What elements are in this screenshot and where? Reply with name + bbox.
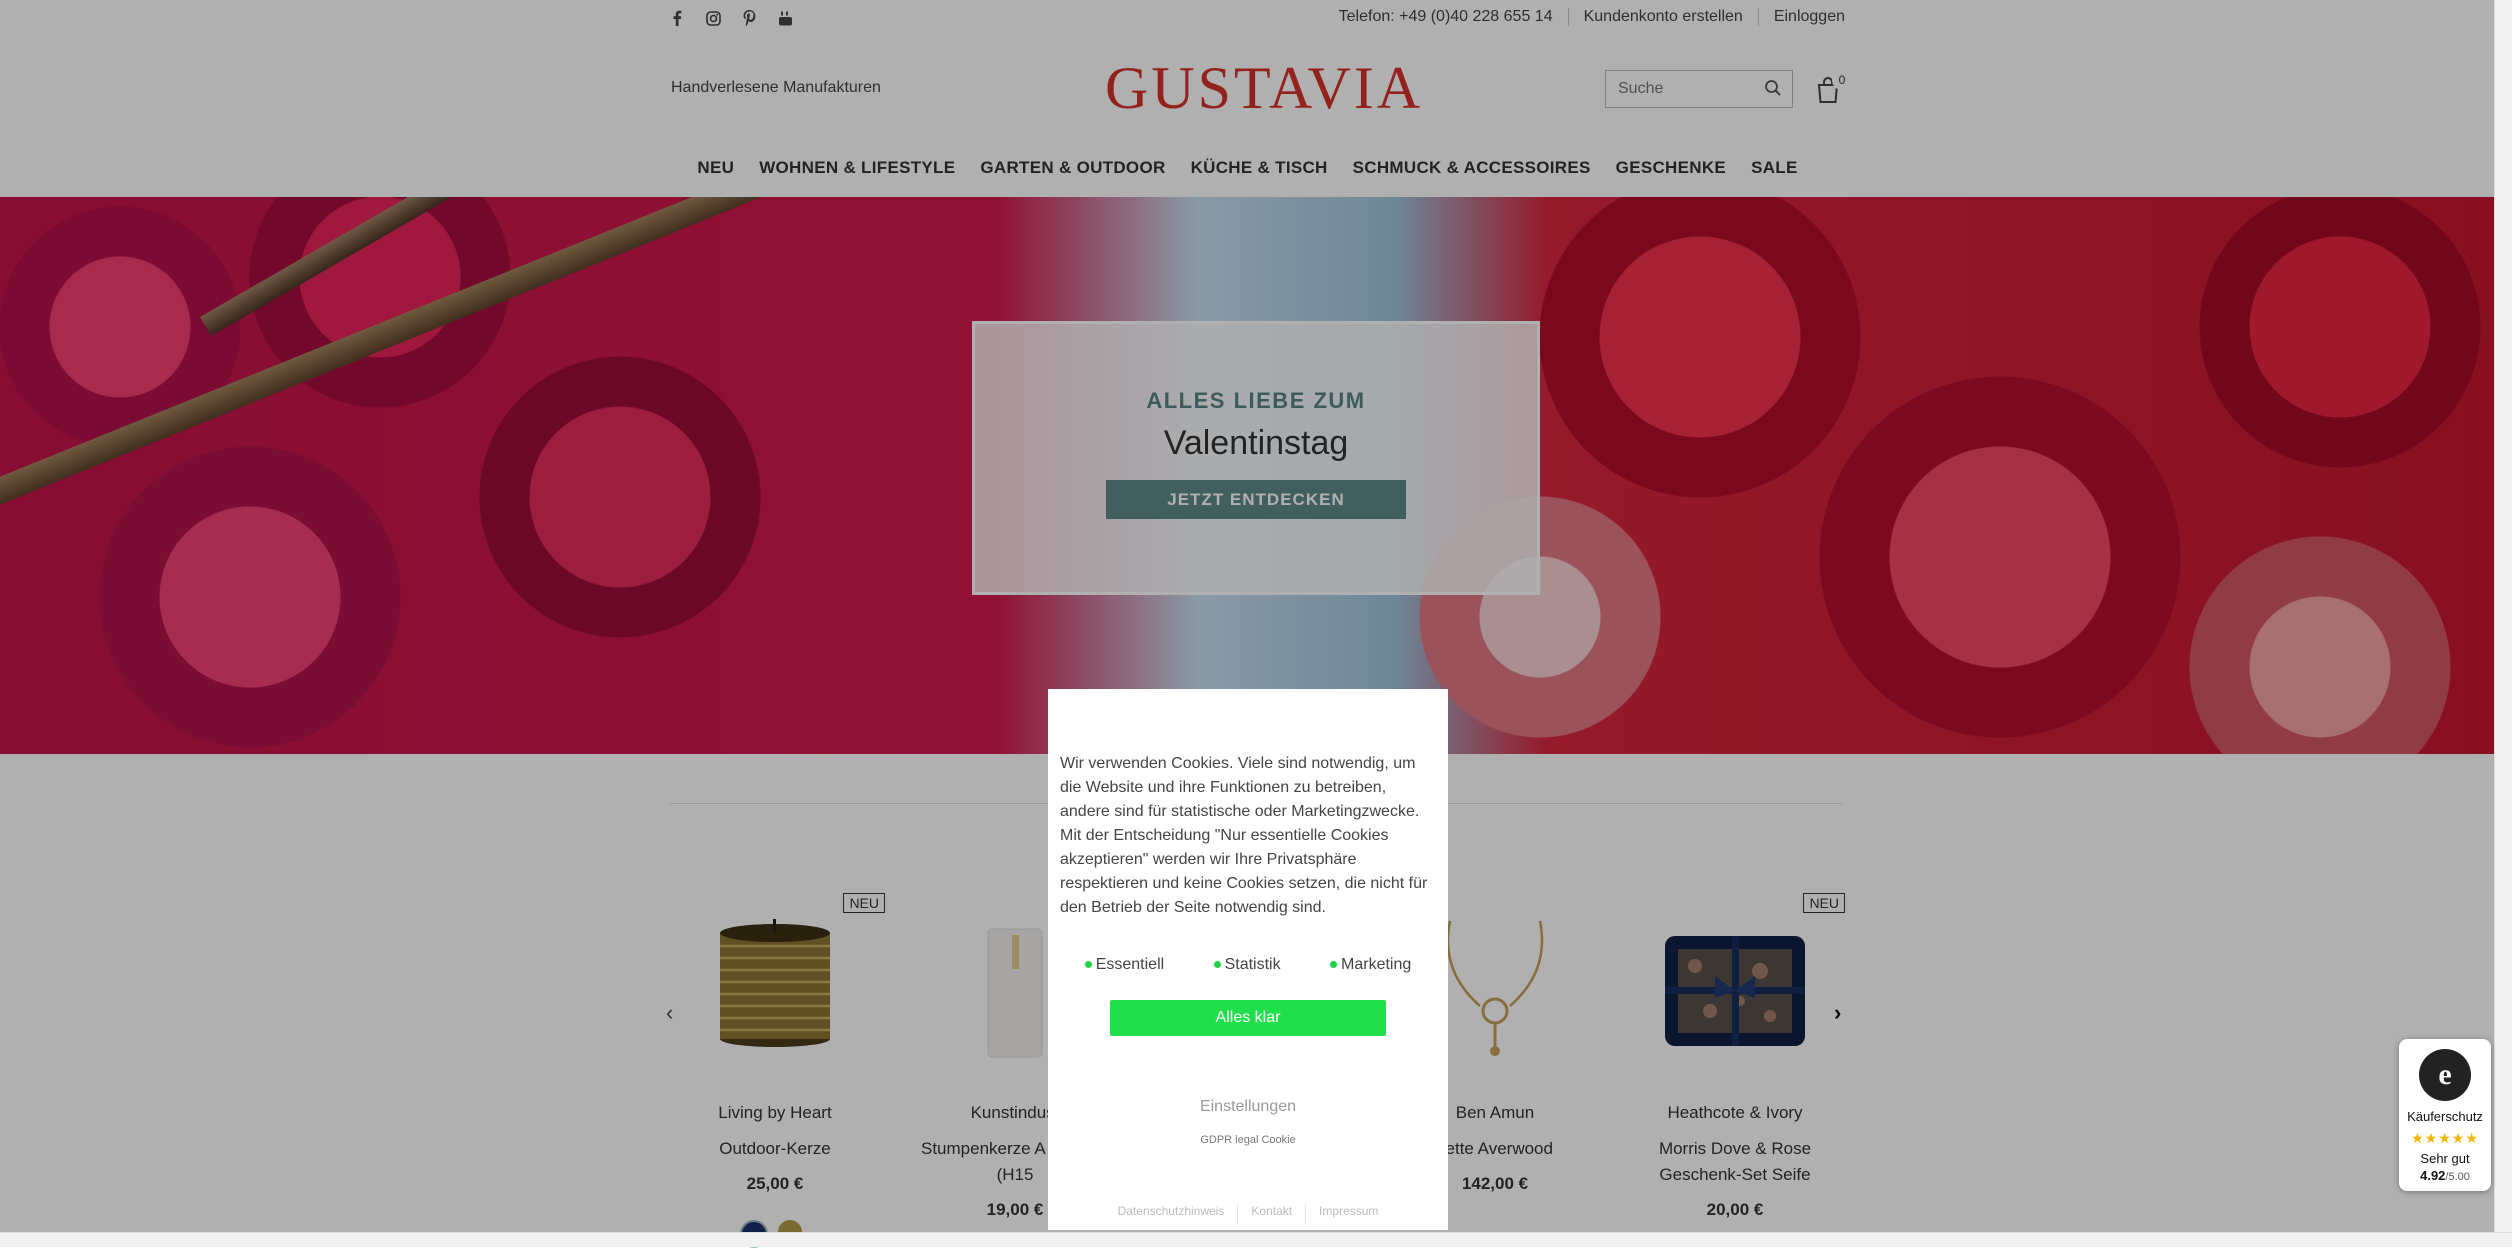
cookie-footer-links: Datenschutzhinweis Kontakt Impressum — [1048, 1204, 1448, 1224]
cookie-message: Wir verwenden Cookies. Viele sind notwen… — [1060, 755, 1428, 916]
trust-badge[interactable]: e Käuferschutz ★★★★★ Sehr gut 4.92/5.00 — [2399, 1039, 2491, 1191]
checkbox-essential[interactable]: Essentiell — [1084, 956, 1165, 974]
gdpr-credit[interactable]: GDPR legal Cookie — [1060, 1134, 1436, 1146]
imprint-link[interactable]: Impressum — [1306, 1204, 1391, 1224]
checkbox-label: Essentiell — [1095, 956, 1165, 973]
check-dot-icon — [1213, 961, 1221, 969]
check-dot-icon — [1330, 961, 1338, 969]
vertical-scrollbar[interactable] — [2494, 0, 2512, 1233]
trust-seal-icon: e — [2419, 1049, 2471, 1101]
rating-score: 4.92 — [2420, 1168, 2446, 1183]
contact-link[interactable]: Kontakt — [1238, 1204, 1305, 1224]
checkbox-label: Statistik — [1224, 956, 1281, 973]
rating-max: /5.00 — [2445, 1171, 2470, 1183]
horizontal-scrollbar[interactable] — [0, 1232, 2512, 1247]
checkbox-statistics[interactable]: Statistik — [1213, 956, 1281, 974]
cookie-dialog: Wir verwenden Cookies. Viele sind notwen… — [1048, 689, 1448, 1230]
star-rating-icon: ★★★★★ — [2411, 1130, 2479, 1146]
cookie-categories: Essentiell Statistik Marketing — [1060, 956, 1436, 974]
rating-text: Sehr gut — [2420, 1151, 2470, 1166]
cookie-settings-link[interactable]: Einstellungen — [1060, 1098, 1436, 1116]
privacy-link[interactable]: Datenschutzhinweis — [1105, 1204, 1238, 1224]
trust-label: Käuferschutz — [2407, 1109, 2483, 1124]
checkbox-label: Marketing — [1341, 956, 1412, 973]
checkbox-marketing[interactable]: Marketing — [1330, 956, 1411, 974]
accept-cookies-button[interactable]: Alles klar — [1110, 1000, 1386, 1036]
check-dot-icon — [1084, 961, 1092, 969]
